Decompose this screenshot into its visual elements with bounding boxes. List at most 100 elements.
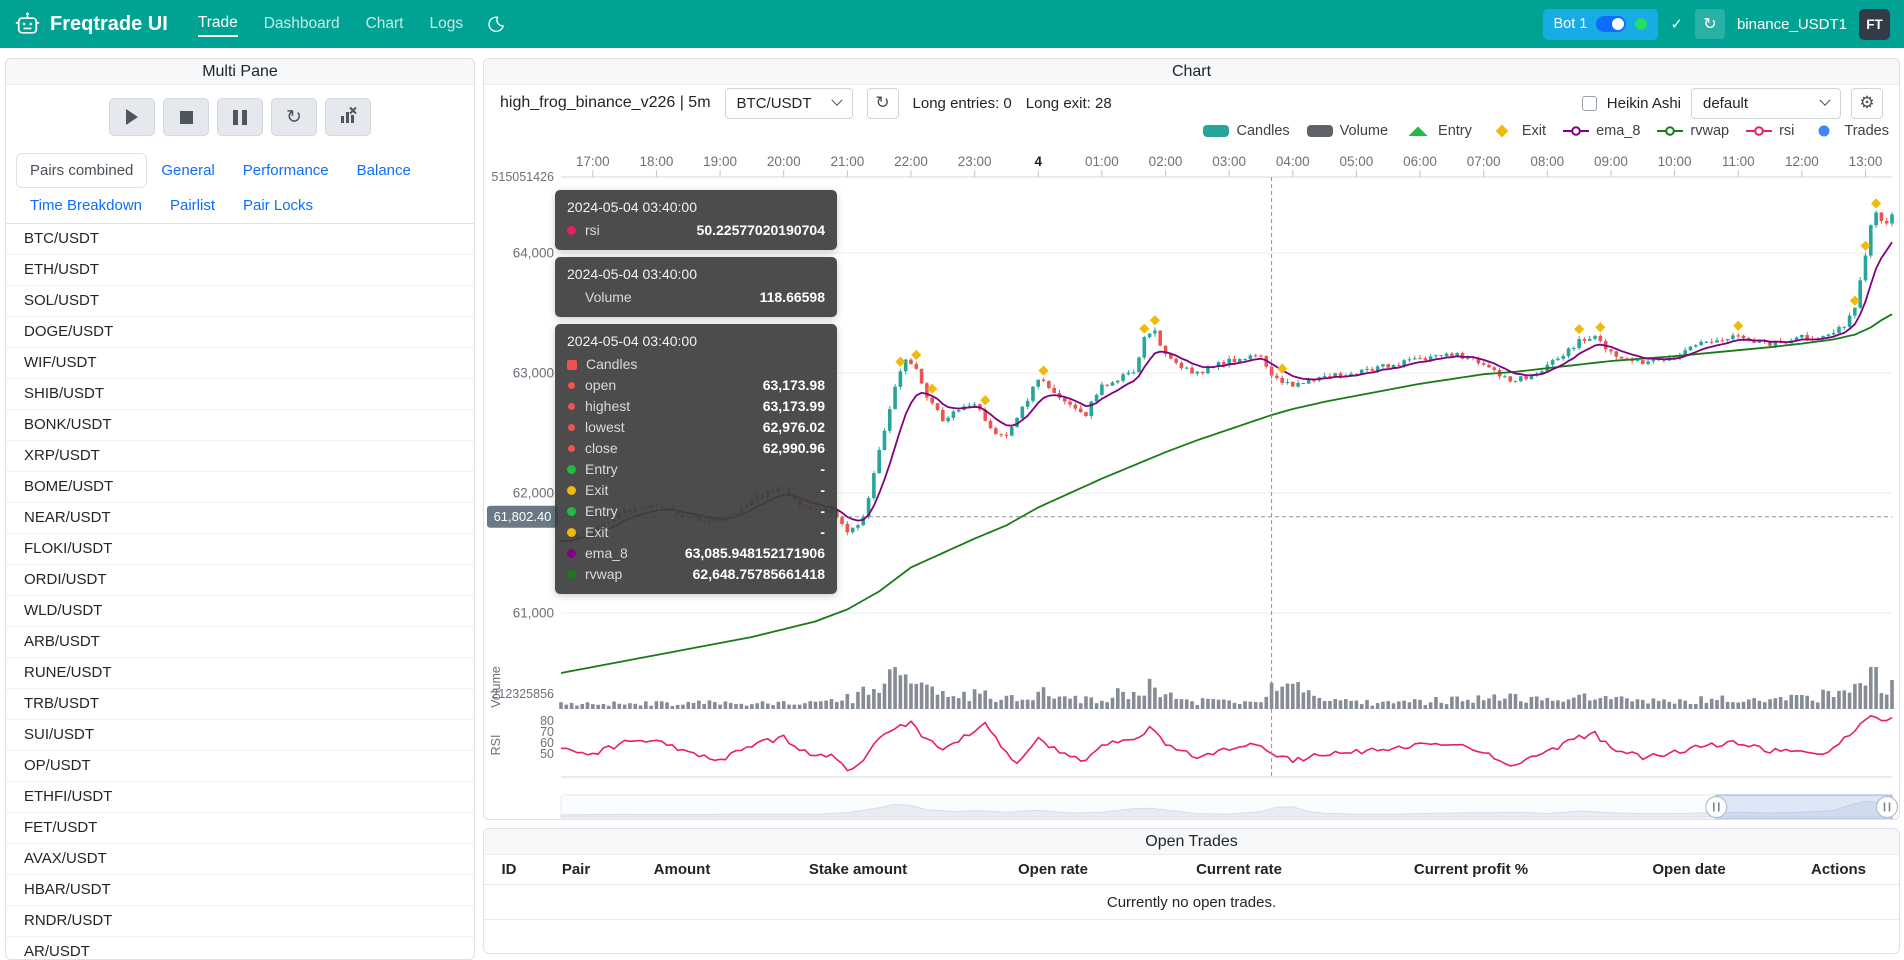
legend-trades[interactable]: Trades xyxy=(1810,123,1889,139)
pair-trb-usdt[interactable]: TRB/USDT xyxy=(6,689,474,720)
multi-pane-tabs: Pairs combinedGeneralPerformanceBalance T… xyxy=(6,147,474,224)
legend-ema-8[interactable]: ema_8 xyxy=(1562,123,1640,139)
long-entries-label: Long entries: 0 xyxy=(913,95,1012,112)
pair-op-usdt[interactable]: OP/USDT xyxy=(6,751,474,782)
pair-select[interactable]: BTC/USDT xyxy=(725,88,853,119)
pair-rndr-usdt[interactable]: RNDR/USDT xyxy=(6,906,474,937)
column-actions[interactable]: Actions xyxy=(1778,861,1899,878)
open-trades-header: Open Trades xyxy=(484,829,1899,855)
zoom-handle-left[interactable] xyxy=(1706,797,1727,818)
legend-label: Volume xyxy=(1340,123,1388,139)
pair-rune-usdt[interactable]: RUNE/USDT xyxy=(6,658,474,689)
toggle-knob xyxy=(1612,18,1624,30)
plot-config-select[interactable]: default xyxy=(1691,88,1841,119)
nav-link-dashboard[interactable]: Dashboard xyxy=(264,12,340,36)
svg-text:50: 50 xyxy=(540,747,554,761)
pair-arb-usdt[interactable]: ARB/USDT xyxy=(6,627,474,658)
pair-hbar-usdt[interactable]: HBAR/USDT xyxy=(6,875,474,906)
pair-shib-usdt[interactable]: SHIB/USDT xyxy=(6,379,474,410)
legend-label: Exit xyxy=(1522,123,1546,139)
heikin-ashi-checkbox[interactable] xyxy=(1582,96,1597,111)
legend-candles[interactable]: Candles xyxy=(1202,123,1289,139)
legend-entry[interactable]: Entry xyxy=(1404,123,1472,139)
tab-pair-locks[interactable]: Pair Locks xyxy=(229,188,327,223)
forget-chart-button[interactable] xyxy=(325,98,371,136)
column-open-date[interactable]: Open date xyxy=(1600,861,1778,878)
entry-swatch-icon xyxy=(1404,124,1432,138)
pair-ethfi-usdt[interactable]: ETHFI/USDT xyxy=(6,782,474,813)
datazoom-slider[interactable] xyxy=(561,795,1898,819)
pair-near-usdt[interactable]: NEAR/USDT xyxy=(6,503,474,534)
pair-sui-usdt[interactable]: SUI/USDT xyxy=(6,720,474,751)
nav-link-logs[interactable]: Logs xyxy=(429,12,463,36)
pair-sol-usdt[interactable]: SOL/USDT xyxy=(6,286,474,317)
tab-time-breakdown[interactable]: Time Breakdown xyxy=(16,188,156,223)
svg-text:64,000: 64,000 xyxy=(513,246,554,261)
legend-rvwap[interactable]: rvwap xyxy=(1656,123,1729,139)
pair-wld-usdt[interactable]: WLD/USDT xyxy=(6,596,474,627)
chart-x-icon xyxy=(339,106,358,128)
pair-floki-usdt[interactable]: FLOKI/USDT xyxy=(6,534,474,565)
pair-btc-usdt[interactable]: BTC/USDT xyxy=(6,224,474,255)
strategy-label: high_frog_binance_v226 | 5m xyxy=(500,94,711,112)
legend-volume[interactable]: Volume xyxy=(1306,123,1388,139)
pair-fet-usdt[interactable]: FET/USDT xyxy=(6,813,474,844)
pair-ordi-usdt[interactable]: ORDI/USDT xyxy=(6,565,474,596)
heikin-ashi-label: Heikin Ashi xyxy=(1607,95,1681,112)
svg-text:63,000: 63,000 xyxy=(513,366,554,381)
legend-rsi[interactable]: rsi xyxy=(1745,123,1794,139)
pair-wif-usdt[interactable]: WIF/USDT xyxy=(6,348,474,379)
start-button[interactable] xyxy=(109,98,155,136)
svg-text:18:00: 18:00 xyxy=(640,154,674,169)
column-open-rate[interactable]: Open rate xyxy=(970,861,1136,878)
column-amount[interactable]: Amount xyxy=(618,861,746,878)
plot-settings-button[interactable]: ⚙ xyxy=(1851,88,1883,119)
pair-bome-usdt[interactable]: BOME/USDT xyxy=(6,472,474,503)
tab-pairs-combined[interactable]: Pairs combined xyxy=(16,153,147,188)
nav-link-chart[interactable]: Chart xyxy=(366,12,404,36)
bot-toggle-switch[interactable] xyxy=(1596,16,1626,32)
freqtrade-logo-icon xyxy=(14,11,41,38)
nav-link-trade[interactable]: Trade xyxy=(198,11,238,37)
svg-text:61,802.40: 61,802.40 xyxy=(494,509,552,524)
svg-text:515051426: 515051426 xyxy=(491,170,554,184)
column-current-rate[interactable]: Current rate xyxy=(1136,861,1342,878)
column-stake-amount[interactable]: Stake amount xyxy=(746,861,970,878)
tab-performance[interactable]: Performance xyxy=(229,153,343,188)
multi-pane-header: Multi Pane xyxy=(6,59,474,85)
column-id[interactable]: ID xyxy=(484,861,534,878)
tab-general[interactable]: General xyxy=(147,153,228,188)
pause-button[interactable] xyxy=(217,98,263,136)
column-current-profit[interactable]: Current profit % xyxy=(1342,861,1600,878)
long-exit-label: Long exit: 28 xyxy=(1026,95,1112,112)
check-icon: ✓ xyxy=(1670,15,1683,33)
pause-icon xyxy=(233,110,247,125)
svg-text:01:00: 01:00 xyxy=(1085,154,1119,169)
user-avatar[interactable]: FT xyxy=(1859,9,1890,40)
pair-bonk-usdt[interactable]: BONK/USDT xyxy=(6,410,474,441)
reload-bot-button[interactable]: ↻ xyxy=(1695,9,1725,39)
tab-pairlist[interactable]: Pairlist xyxy=(156,188,229,223)
tab-balance[interactable]: Balance xyxy=(343,153,425,188)
pair-xrp-usdt[interactable]: XRP/USDT xyxy=(6,441,474,472)
pair-doge-usdt[interactable]: DOGE/USDT xyxy=(6,317,474,348)
candlestick-chart[interactable]: 64,00063,00062,00061,00017:0018:0019:002… xyxy=(484,141,1899,819)
stop-button[interactable] xyxy=(163,98,209,136)
column-pair[interactable]: Pair xyxy=(534,861,618,878)
pair-eth-usdt[interactable]: ETH/USDT xyxy=(6,255,474,286)
plot-config-value: default xyxy=(1703,95,1748,112)
refresh-chart-button[interactable]: ↻ xyxy=(867,88,899,119)
theme-toggle-icon[interactable] xyxy=(487,15,505,33)
svg-text:19:00: 19:00 xyxy=(703,154,737,169)
zoom-handle-right[interactable] xyxy=(1877,797,1898,818)
legend-label: Trades xyxy=(1844,123,1889,139)
svg-text:02:00: 02:00 xyxy=(1149,154,1183,169)
pair-avax-usdt[interactable]: AVAX/USDT xyxy=(6,844,474,875)
svg-text:62,000: 62,000 xyxy=(513,486,554,501)
legend-label: ema_8 xyxy=(1596,123,1640,139)
legend-exit[interactable]: Exit xyxy=(1488,123,1546,139)
chart-area[interactable]: 64,00063,00062,00061,00017:0018:0019:002… xyxy=(484,141,1899,819)
legend-label: Entry xyxy=(1438,123,1472,139)
reload-config-button[interactable]: ↻ xyxy=(271,98,317,136)
bot-selector[interactable]: Bot 1 xyxy=(1543,9,1659,40)
